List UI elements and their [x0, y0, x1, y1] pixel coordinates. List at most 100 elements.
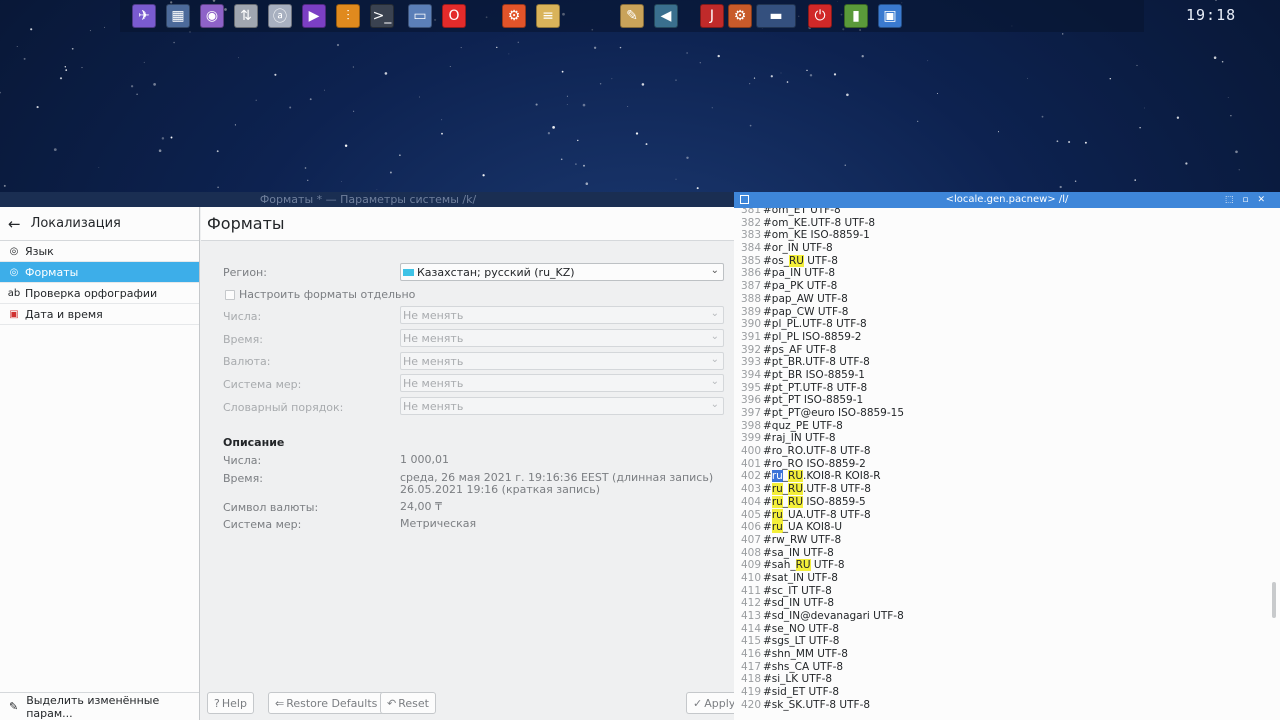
editor-line: 416 #shn_MM UTF-8 — [737, 648, 904, 661]
star — [1084, 141, 1087, 144]
region-label: Регион: — [223, 266, 267, 279]
measurement-combo[interactable]: Не менять ⌄ — [400, 374, 724, 392]
window-switcher-icon[interactable]: ▣ — [878, 4, 902, 28]
sidebar-item-label: Язык — [25, 244, 54, 258]
star — [582, 103, 586, 107]
star — [1062, 33, 1064, 35]
line-number: 390 — [740, 318, 761, 331]
star — [997, 131, 1000, 133]
palette-icon[interactable]: ◉ — [200, 4, 224, 28]
editor-line: 396 #pt_PT ISO-8859-1 — [737, 394, 904, 407]
system-settings-icon[interactable]: ⚙ — [728, 4, 752, 28]
editor-line: 409 #sah_RU UTF-8 — [737, 559, 904, 572]
back-arrow-icon[interactable]: ◀ — [654, 4, 678, 28]
file-manager-icon[interactable]: ▭ — [408, 4, 432, 28]
highlight-changes-label: Выделить изменённые парам... — [26, 693, 160, 720]
editor-line: 391 #pl_PL ISO-8859-2 — [737, 331, 904, 344]
power-icon[interactable]: ⏻ — [808, 4, 832, 28]
system-monitor-icon[interactable]: ⇅ — [234, 4, 258, 28]
star — [1221, 60, 1224, 63]
line-number: 400 — [740, 445, 761, 458]
back-icon[interactable]: ← — [8, 215, 21, 233]
star — [143, 61, 145, 63]
audio-mixer-icon[interactable]: ⫶ — [336, 4, 360, 28]
star — [711, 107, 713, 109]
star — [307, 179, 309, 181]
line-number: 405 — [740, 508, 761, 521]
star — [23, 57, 26, 60]
currency-combo[interactable]: Не менять ⌄ — [400, 352, 724, 370]
media-player-icon[interactable]: ▶ — [302, 4, 326, 28]
telegram-icon[interactable]: ✈ — [132, 4, 156, 28]
chevron-down-icon: ⌄ — [710, 354, 719, 365]
hdd-icon[interactable]: J — [700, 4, 724, 28]
separate-formats-checkbox[interactable] — [225, 290, 235, 300]
highlight-changes-button[interactable]: ✎ Выделить изменённые парам... — [0, 692, 199, 720]
editor-window-title[interactable]: <locale.gen.pacnew> /l/ ⬚▫✕ — [734, 192, 1280, 208]
star — [770, 75, 773, 78]
scrollbar[interactable] — [1272, 582, 1276, 618]
sidebar-item-spellcheck[interactable]: ab Проверка орфографии — [0, 283, 199, 304]
line-number: 402 — [740, 470, 761, 483]
archive-icon[interactable]: ⓐ — [268, 4, 292, 28]
sidebar-item-formats[interactable]: ◎ Форматы — [0, 262, 199, 283]
star — [173, 41, 175, 44]
sidebar-item-language[interactable]: ◎ Язык — [0, 241, 199, 262]
line-text: #sid_ET UTF-8 — [763, 686, 840, 699]
star — [136, 93, 138, 96]
star — [36, 106, 39, 109]
star — [289, 106, 292, 109]
line-number: 414 — [740, 622, 761, 635]
numbers-combo[interactable]: Не менять ⌄ — [400, 306, 724, 324]
star — [170, 136, 173, 139]
line-text: # — [763, 495, 772, 508]
editor-text-area[interactable]: 381 #om_ET UTF-8 382 #om_KE.UTF-8 UTF-8 383 #… — [734, 208, 1280, 720]
notes-icon[interactable]: ≡ — [536, 4, 560, 28]
clock[interactable]: 19:18 — [1186, 6, 1236, 24]
sidebar-item-datetime[interactable]: ▣ Дата и время — [0, 304, 199, 325]
star — [71, 47, 74, 50]
desc-measurement-label: Система мер: — [223, 518, 302, 531]
collation-combo[interactable]: Не менять ⌄ — [400, 397, 724, 415]
star — [1134, 179, 1136, 181]
collation-value: Не менять — [403, 399, 464, 413]
star — [560, 158, 563, 161]
search-highlight: RU — [795, 559, 811, 572]
calendar-icon: ▣ — [9, 308, 19, 320]
line-text: #shs_CA UTF-8 — [763, 660, 844, 673]
opera-icon[interactable]: O — [442, 4, 466, 28]
editor-line: 386 #pa_IN UTF-8 — [737, 267, 904, 280]
star — [753, 77, 756, 79]
star — [635, 132, 639, 135]
star — [593, 46, 597, 49]
wallpaper-icon[interactable]: ▬ — [756, 4, 796, 28]
star — [686, 52, 688, 54]
line-text: # — [763, 521, 772, 534]
star — [496, 46, 498, 49]
region-combo[interactable]: Казахстан; русский (ru_KZ) ⌄ — [400, 263, 724, 281]
restore-defaults-button[interactable]: ⇐ Restore Defaults — [268, 692, 385, 714]
star — [1213, 56, 1217, 59]
line-text: #ps_AF UTF-8 — [763, 343, 837, 356]
levels-icon[interactable]: ▮ — [844, 4, 868, 28]
editor-line: 382 #om_KE.UTF-8 UTF-8 — [737, 217, 904, 230]
time-combo[interactable]: Не менять ⌄ — [400, 329, 724, 347]
text-editor-icon[interactable]: ✎ — [620, 4, 644, 28]
star — [1056, 140, 1059, 143]
reset-button[interactable]: ↶ Reset — [380, 692, 436, 714]
star — [59, 77, 63, 80]
help-button[interactable]: ? Help — [207, 692, 254, 714]
window-menu-icon[interactable] — [740, 195, 749, 204]
calculator-icon[interactable]: ▦ — [166, 4, 190, 28]
line-text: #shn_MM UTF-8 — [763, 648, 848, 661]
star — [309, 98, 312, 101]
settings-icon[interactable]: ⚙ — [502, 4, 526, 28]
sidebar-title: Локализация — [30, 216, 121, 231]
settings-window-title: Форматы * — Параметры системы /k/ — [0, 192, 736, 207]
star — [255, 99, 257, 101]
window-buttons[interactable]: ⬚▫✕ — [1225, 192, 1274, 208]
star — [780, 72, 782, 74]
apply-button[interactable]: ✓ Apply — [686, 692, 735, 714]
terminal-icon[interactable]: >_ — [370, 4, 394, 28]
line-text: #or_IN UTF-8 — [763, 242, 833, 255]
